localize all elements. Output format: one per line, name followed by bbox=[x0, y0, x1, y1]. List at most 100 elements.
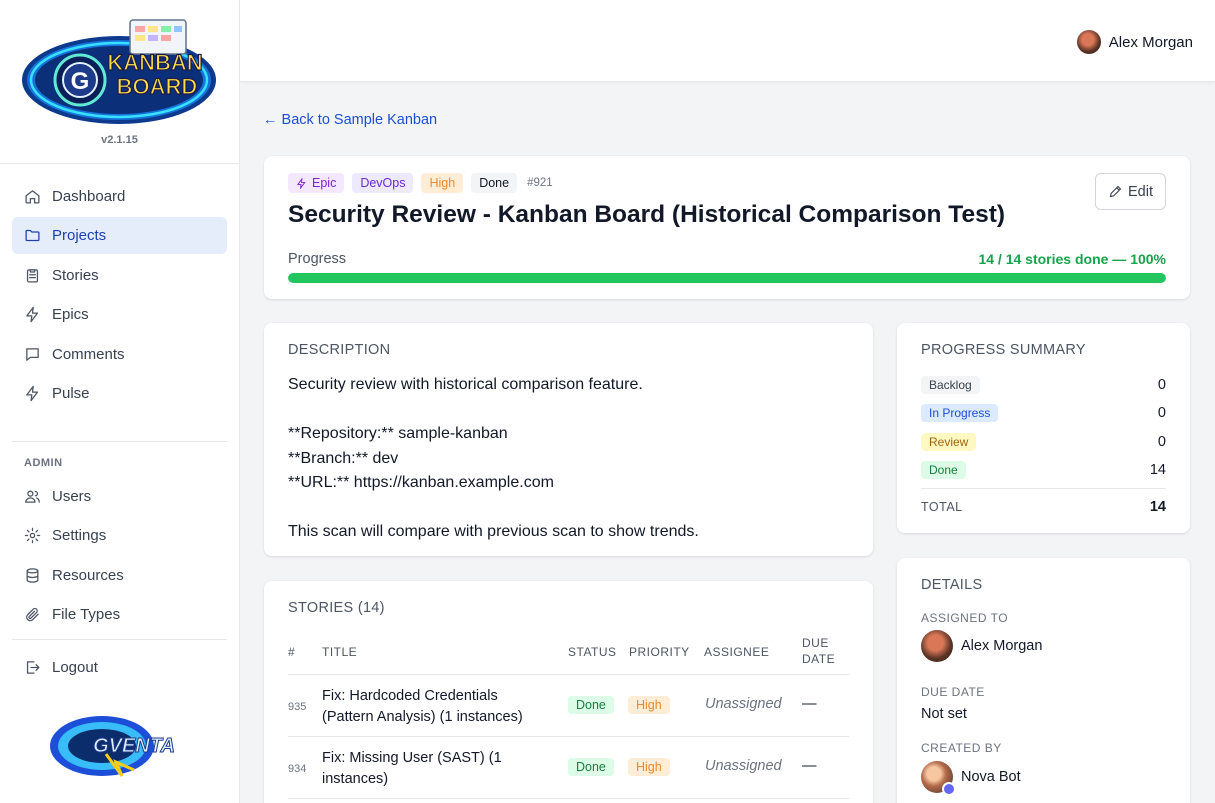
logout-icon bbox=[26, 661, 40, 674]
nav-divider bbox=[12, 639, 227, 640]
story-id: 935 bbox=[288, 701, 307, 713]
column-header-assignee[interactable]: ASSIGNEE bbox=[704, 644, 769, 660]
main-nav: Dashboard Projects Stories Epics Comment… bbox=[12, 178, 227, 414]
nav-item-stories[interactable]: Stories bbox=[12, 257, 227, 294]
summary-total-value: 14 bbox=[1149, 499, 1166, 515]
paperclip-icon bbox=[26, 608, 39, 622]
due-date-value: Not set bbox=[921, 706, 967, 722]
description-card: DESCRIPTION Security review with histori… bbox=[264, 323, 873, 556]
edit-label: Edit bbox=[1128, 183, 1153, 200]
created-by-label: CREATED BY bbox=[921, 741, 1002, 755]
nav-item-label: Dashboard bbox=[52, 188, 126, 205]
description-heading: DESCRIPTION bbox=[288, 342, 391, 358]
table-row[interactable]: 935 Fix: Hardcoded Credentials (Pattern … bbox=[288, 674, 849, 736]
column-header-date-line: DATE bbox=[802, 652, 836, 666]
column-header-id[interactable]: # bbox=[288, 644, 295, 660]
assigned-user[interactable]: Alex Morgan bbox=[921, 630, 1042, 662]
story-status-badge: Done bbox=[568, 696, 614, 714]
gear-icon bbox=[24, 528, 41, 544]
logo-g-letter: G bbox=[71, 68, 90, 95]
table-row[interactable]: 934 Fix: Missing User (SAST) (1 instance… bbox=[288, 736, 849, 798]
summary-count: 0 bbox=[1157, 405, 1166, 421]
stories-heading: STORIES (14) bbox=[288, 600, 385, 616]
summary-count: 14 bbox=[1149, 462, 1166, 478]
nav-item-settings[interactable]: Settings bbox=[12, 517, 227, 554]
story-priority-badge: High bbox=[628, 758, 670, 776]
summary-status-badge: Backlog bbox=[921, 376, 980, 394]
user-menu[interactable]: Alex Morgan bbox=[1076, 30, 1193, 54]
edit-button[interactable]: Edit bbox=[1095, 173, 1166, 210]
summary-total-label: TOTAL bbox=[921, 500, 963, 514]
app-version: v2.1.15 bbox=[101, 134, 138, 146]
table-row[interactable] bbox=[288, 798, 849, 803]
sidebar: G KANBAN BOARD v2.1.15 Dashboard Project… bbox=[0, 0, 240, 803]
description-line: **URL:** https://kanban.example.com bbox=[288, 474, 554, 491]
column-header-status[interactable]: STATUS bbox=[568, 644, 617, 660]
priority-badge: High bbox=[421, 173, 464, 193]
nav-item-users[interactable]: Users bbox=[12, 478, 227, 515]
description-line: This scan will compare with previous sca… bbox=[288, 523, 699, 540]
back-link[interactable]: ← Back to Sample Kanban bbox=[263, 112, 437, 128]
assigned-user-name: Alex Morgan bbox=[961, 638, 1043, 654]
summary-count: 0 bbox=[1157, 434, 1166, 450]
description-body: Security review with historical comparis… bbox=[288, 373, 699, 545]
nav-item-label: Pulse bbox=[52, 384, 90, 402]
story-title[interactable]: Fix: Missing User (SAST) (1 instances) bbox=[322, 748, 547, 789]
created-by-user[interactable]: Nova Bot bbox=[921, 761, 1021, 796]
logout-label: Logout bbox=[52, 659, 98, 676]
user-name: Alex Morgan bbox=[1108, 33, 1193, 51]
description-line: Security review with historical comparis… bbox=[288, 376, 643, 393]
page-title: Security Review - Kanban Board (Historic… bbox=[288, 201, 1006, 228]
column-header-title[interactable]: TITLE bbox=[322, 644, 357, 660]
column-header-due-date[interactable]: DUE DATE bbox=[802, 635, 835, 667]
folder-icon bbox=[25, 230, 40, 242]
database-icon bbox=[26, 568, 39, 583]
nav-item-dashboard[interactable]: Dashboard bbox=[12, 178, 227, 215]
details-card: DETAILS ASSIGNED TO Alex Morgan DUE DATE… bbox=[897, 558, 1190, 803]
story-due-date: — bbox=[802, 696, 817, 712]
summary-row-backlog: Backlog 0 bbox=[921, 375, 1166, 395]
logo-area: G KANBAN BOARD v2.1.15 bbox=[0, 0, 239, 164]
story-title[interactable]: Fix: Hardcoded Credentials (Pattern Anal… bbox=[322, 686, 547, 727]
nav-item-file-types[interactable]: File Types bbox=[12, 596, 227, 633]
nav-item-resources[interactable]: Resources bbox=[12, 557, 227, 594]
progress-bar-fill bbox=[288, 273, 1166, 283]
lightning-icon bbox=[26, 306, 39, 323]
svg-text:BOARD: BOARD bbox=[117, 74, 198, 99]
nav-item-pulse[interactable]: Pulse bbox=[12, 375, 227, 412]
created-by-name: Nova Bot bbox=[961, 769, 1021, 785]
clipboard-icon bbox=[26, 268, 39, 283]
logout-nav: Logout bbox=[12, 649, 227, 688]
description-line bbox=[288, 496, 699, 521]
summary-count: 0 bbox=[1157, 377, 1166, 393]
progress-bar bbox=[288, 273, 1166, 283]
summary-heading: PROGRESS SUMMARY bbox=[921, 342, 1086, 358]
epic-type-label: Epic bbox=[312, 176, 337, 190]
description-line bbox=[288, 398, 699, 423]
nav-item-label: Stories bbox=[52, 266, 99, 284]
logout-button[interactable]: Logout bbox=[12, 649, 227, 686]
epic-type-badge: Epic bbox=[288, 173, 345, 193]
column-header-priority[interactable]: PRIORITY bbox=[629, 644, 690, 660]
summary-status-badge: In Progress bbox=[921, 404, 999, 422]
lightning-icon bbox=[296, 177, 306, 189]
avatar bbox=[921, 761, 956, 796]
story-status-badge: Done bbox=[568, 758, 614, 776]
nav-item-comments[interactable]: Comments bbox=[12, 336, 227, 373]
lightning-icon bbox=[26, 385, 39, 402]
home-icon bbox=[25, 190, 40, 204]
nav-item-epics[interactable]: Epics bbox=[12, 296, 227, 333]
summary-status-badge: Review bbox=[921, 433, 977, 451]
nav-item-projects[interactable]: Projects bbox=[12, 217, 227, 255]
summary-total-row: TOTAL 14 bbox=[921, 497, 1166, 517]
description-line: **Branch:** dev bbox=[288, 449, 399, 467]
nav-item-label: Resources bbox=[52, 566, 124, 584]
admin-section-label: ADMIN bbox=[24, 457, 63, 469]
status-badge: Done bbox=[471, 173, 518, 193]
avatar bbox=[921, 630, 953, 662]
story-assignee: Unassigned bbox=[705, 758, 782, 774]
users-icon bbox=[25, 490, 40, 503]
avatar bbox=[1076, 30, 1101, 54]
kanban-board-logo[interactable]: G KANBAN BOARD bbox=[20, 18, 218, 126]
category-badge: DevOps bbox=[352, 173, 414, 193]
